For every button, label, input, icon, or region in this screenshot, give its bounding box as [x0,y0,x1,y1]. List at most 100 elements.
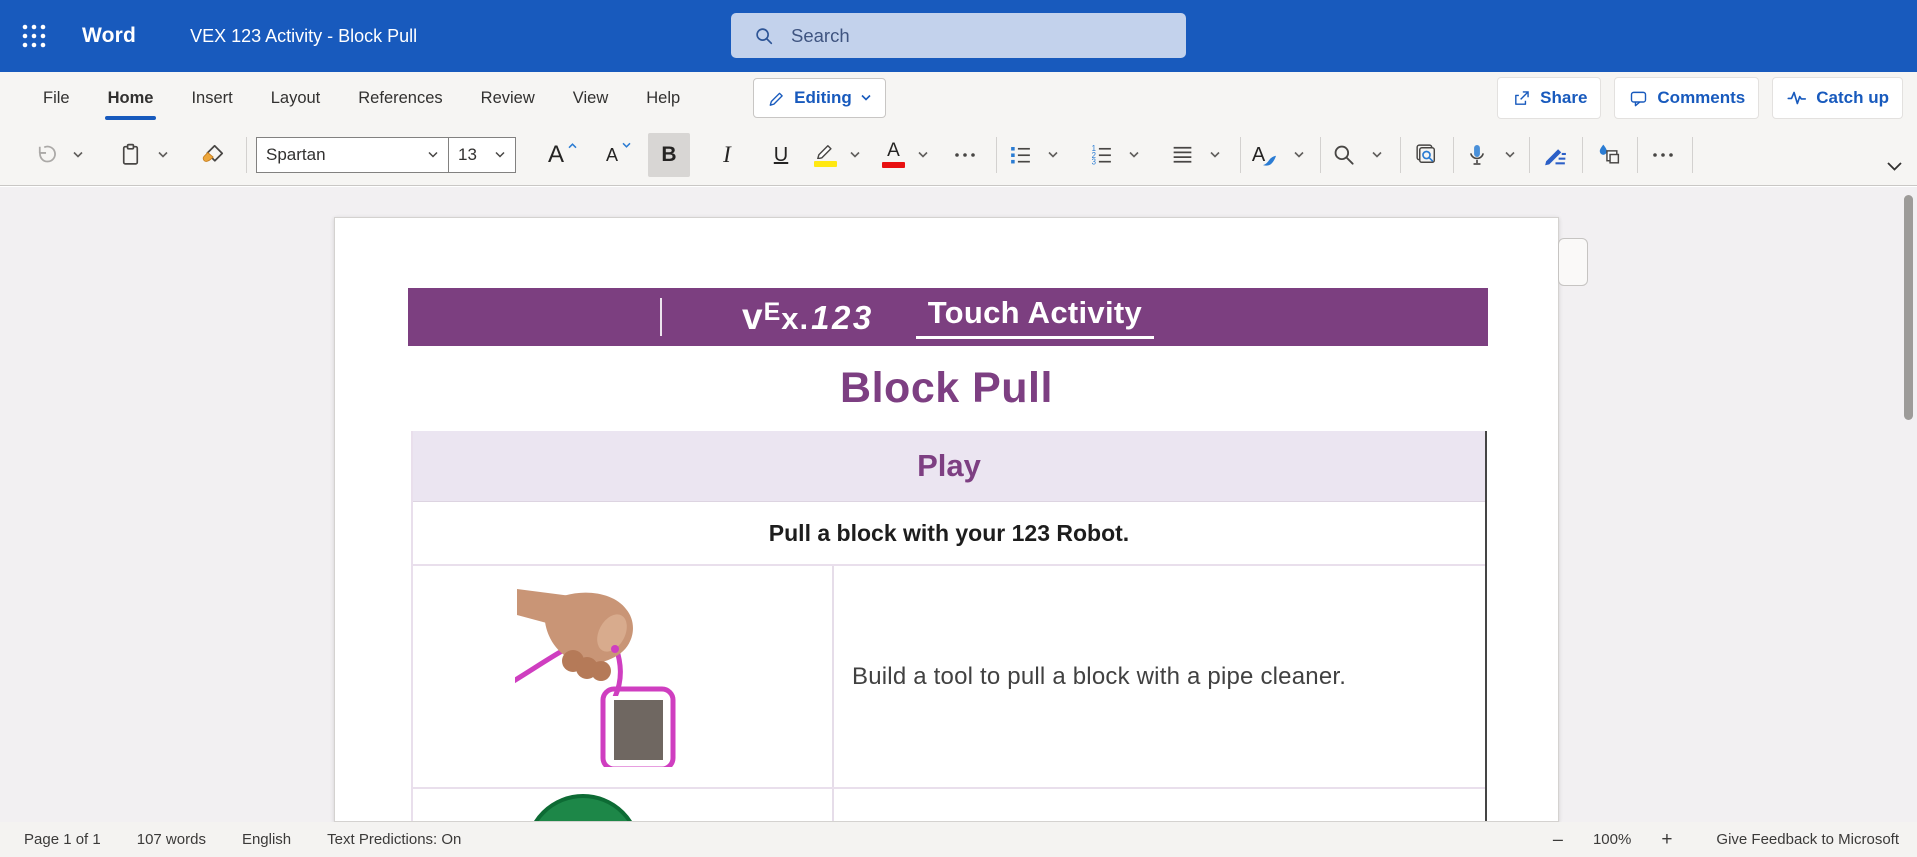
highlight-menu-chevron[interactable] [840,133,870,177]
status-bar: Page 1 of 1 107 words English Text Predi… [0,822,1917,857]
editor-button[interactable] [1540,133,1570,177]
grow-font-button[interactable]: A [548,133,578,177]
toolbar-divider [1400,137,1401,173]
magnifier-icon [1331,142,1357,168]
font-name-value: Spartan [266,145,326,165]
next-step-image-cell[interactable] [413,789,834,822]
zoom-level[interactable]: 100% [1593,831,1631,848]
toolbar-divider [996,137,997,173]
share-button[interactable]: Share [1497,77,1601,119]
highlight-button[interactable] [814,133,837,177]
toolbar-divider [1582,137,1583,173]
clipboard-icon [118,142,143,167]
format-painter-button[interactable] [198,133,228,177]
alignment-button[interactable] [1167,133,1197,177]
find-button[interactable] [1329,133,1359,177]
table-row-step: Build a tool to pull a block with a pipe… [413,566,1485,789]
app-header: Word VEX 123 Activity - Block Pull [0,0,1917,72]
zoom-out-button[interactable]: – [1553,829,1563,850]
italic-button[interactable]: I [708,133,746,177]
svg-text:3: 3 [1091,158,1095,167]
menu-view[interactable]: View [554,72,627,124]
highlighter-icon [815,142,836,159]
language-indicator[interactable]: English [242,831,291,848]
paste-button[interactable] [115,133,145,177]
reading-view-button[interactable] [1411,133,1441,177]
search-input[interactable] [789,24,1133,48]
undo-button[interactable] [30,133,60,177]
more-commands-button[interactable] [1648,133,1678,177]
collapse-ribbon-button[interactable] [1886,161,1903,172]
chevron-down-icon [849,151,861,159]
style-brush-icon [1262,154,1277,167]
menu-references[interactable]: References [339,72,461,124]
font-color-menu-chevron[interactable] [908,133,938,177]
menu-help[interactable]: Help [627,72,699,124]
table-row-next [413,789,1485,822]
document-title[interactable]: VEX 123 Activity - Block Pull [190,26,417,47]
step-text-cell[interactable]: Build a tool to pull a block with a pipe… [834,566,1485,787]
comment-indicator[interactable] [1558,238,1588,286]
highlight-color-swatch [814,161,837,167]
more-font-options-button[interactable] [950,133,980,177]
text-predictions-toggle[interactable]: Text Predictions: On [327,831,461,848]
editing-mode-button[interactable]: Editing [753,78,886,118]
designer-button[interactable] [1593,133,1623,177]
table-row-play[interactable]: Play [413,431,1485,502]
table-row-summary[interactable]: Pull a block with your 123 Robot. [413,502,1485,566]
editing-label: Editing [794,88,852,108]
shrink-font-letter: A [606,146,618,164]
font-color-button[interactable]: A [882,133,905,177]
bold-button[interactable]: B [648,133,690,177]
app-launcher-button[interactable] [14,16,54,56]
page-count[interactable]: Page 1 of 1 [24,831,101,848]
chevron-down-icon [1293,151,1305,159]
menu-file[interactable]: File [24,72,89,124]
feedback-link[interactable]: Give Feedback to Microsoft [1716,831,1899,848]
bullet-list-chevron[interactable] [1038,133,1068,177]
numbered-list-chevron[interactable] [1119,133,1149,177]
bullet-list-button[interactable] [1005,133,1035,177]
ellipsis-icon [954,152,976,158]
underline-button[interactable]: U [762,133,800,177]
page-title[interactable]: Block Pull [335,364,1558,413]
shrink-font-button[interactable]: A [604,133,634,177]
document-banner[interactable]: vEx.123 Touch Activity [408,288,1488,346]
banner-title[interactable]: Touch Activity [916,295,1154,339]
numbered-list-button[interactable]: 1 2 3 [1086,133,1116,177]
word-count[interactable]: 107 words [137,831,206,848]
alignment-chevron[interactable] [1200,133,1230,177]
text-cursor [660,298,662,336]
align-justify-icon [1170,142,1195,167]
undo-menu-chevron[interactable] [63,133,93,177]
italic-letter: I [723,143,731,166]
styles-button[interactable]: A [1251,133,1281,177]
vex-123-logo: vEx.123 [742,296,874,338]
comments-button[interactable]: Comments [1614,77,1759,119]
document-page[interactable]: vEx.123 Touch Activity Block Pull Play P… [334,217,1559,822]
menu-review[interactable]: Review [462,72,554,124]
menu-layout[interactable]: Layout [252,72,340,124]
catch-up-button[interactable]: Catch up [1772,77,1903,119]
chevron-down-icon [860,94,872,102]
chevron-down-icon [1504,151,1516,159]
menu-home[interactable]: Home [89,72,173,124]
dictate-button[interactable] [1462,133,1492,177]
menu-insert[interactable]: Insert [172,72,251,124]
dictate-chevron[interactable] [1495,133,1525,177]
zoom-in-button[interactable]: + [1661,829,1672,851]
font-size-select[interactable]: 13 [448,137,516,173]
font-name-select[interactable]: Spartan [256,137,448,173]
document-canvas: vEx.123 Touch Activity Block Pull Play P… [0,187,1917,822]
step-image-cell[interactable] [413,566,834,787]
reading-view-icon [1413,141,1440,168]
search-box[interactable] [731,13,1186,58]
vertical-scrollbar-thumb[interactable] [1904,195,1913,420]
next-step-text-cell[interactable] [834,789,1485,822]
bold-letter: B [661,144,676,165]
app-name[interactable]: Word [82,24,136,48]
styles-chevron[interactable] [1284,133,1314,177]
find-chevron[interactable] [1362,133,1392,177]
paste-menu-chevron[interactable] [148,133,178,177]
chevron-down-icon [917,151,929,159]
